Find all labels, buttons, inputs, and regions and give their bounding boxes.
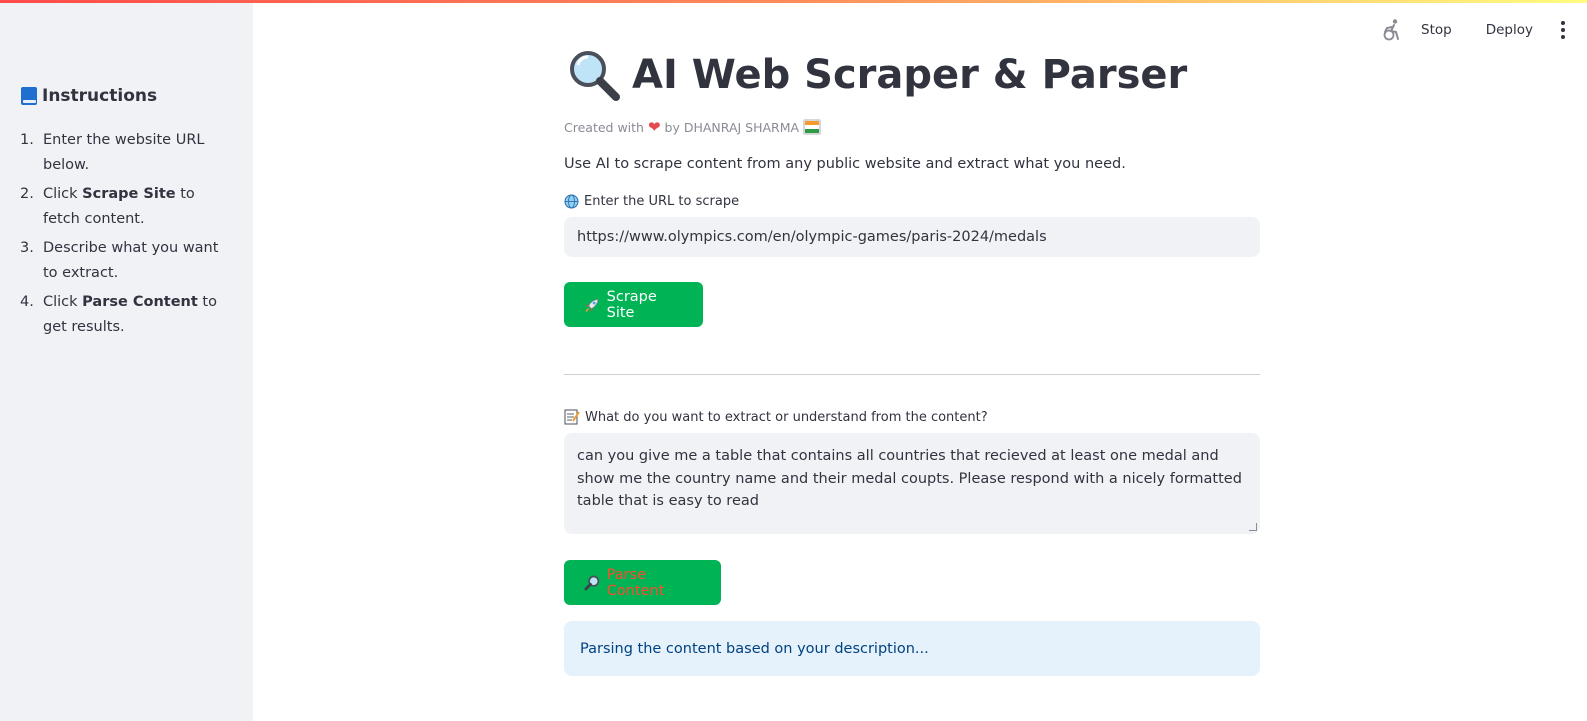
extract-textarea[interactable]: can you give me a table that contains al… [564,433,1260,534]
scrape-site-label: Scrape Site [606,288,657,321]
list-item: 3. Describe what you want to extract. [20,236,230,286]
memo-icon [564,409,580,425]
rocket-icon [585,298,599,312]
resize-handle-icon[interactable] [1249,523,1257,531]
list-item-number: 3. [20,240,34,256]
url-input-value: https://www.olympics.com/en/olympic-game… [577,229,1047,245]
app-toolbar: Stop Deploy [1381,14,1587,46]
blue-book-icon [20,86,38,106]
main-menu-icon[interactable] [1553,21,1573,39]
list-item-text: Describe what you want to extract. [43,236,230,286]
list-item-bold-text: Parse Content [82,294,198,310]
list-item-number: 2. [20,186,34,202]
list-item-text: Click Parse Content to get results. [43,290,230,340]
parse-content-label: Parse Content [606,566,665,599]
extract-textarea-value: can you give me a table that contains al… [577,448,1242,509]
page-title-text: AI Web Scraper & Parser [632,52,1188,98]
list-item-text-part: Click [43,186,83,202]
list-item-text-part: Describe what you want to extract. [43,240,219,281]
list-item-text: Click Scrape Site to fetch content. [43,182,230,232]
info-alert-text: Parsing the content based on your descri… [580,640,929,657]
sidebar-header: Instructions [20,86,157,106]
extract-label-text: What do you want to extract or understan… [585,409,988,425]
list-item-text-part: Click [43,294,83,310]
magnifying-glass-icon [570,51,620,101]
url-label: Enter the URL to scrape [564,194,1260,209]
scrape-site-button[interactable]: Scrape Site [564,282,703,327]
sidebar-header-label: Instructions [42,86,158,106]
list-item: 1. Enter the website URL below. [20,128,230,178]
extract-label: What do you want to extract or understan… [564,409,1260,425]
list-item-number: 4. [20,294,34,310]
page-title: AI Web Scraper & Parser [564,40,1260,110]
running-man-icon[interactable] [1381,18,1403,42]
list-item-text: Enter the website URL below. [43,128,230,178]
caption-suffix: by DHANRAJ SHARMA [664,119,800,135]
main-content: AI Web Scraper & Parser Created with ❤ b… [564,40,1260,676]
list-item-bold-text: Scrape Site [82,186,176,202]
list-item-number: 1. [20,132,34,148]
caption-prefix: Created with [564,119,644,135]
divider [564,374,1260,375]
heart-icon: ❤ [647,118,661,136]
parse-content-button[interactable]: Parse Content [564,560,721,605]
created-by-caption: Created with ❤ by DHANRAJ SHARMA [564,117,1260,137]
sidebar: Instructions 1. Enter the website URL be… [0,0,253,721]
url-label-text: Enter the URL to scrape [584,194,740,209]
stop-button[interactable]: Stop [1421,22,1452,38]
top-decoration-bar [0,0,1587,3]
list-item: 2. Click Scrape Site to fetch content. [20,182,230,232]
description-text: Use AI to scrape content from any public… [564,156,1126,172]
url-input[interactable]: https://www.olympics.com/en/olympic-game… [564,217,1260,257]
magnifying-glass-icon [584,575,600,590]
list-item-text-part: Enter the website URL below. [43,132,205,173]
list-item: 4. Click Parse Content to get results. [20,290,230,340]
instructions-list: 1. Enter the website URL below. 2. Click… [20,128,230,344]
info-alert: Parsing the content based on your descri… [564,621,1260,676]
globe-icon [564,194,579,209]
flag-india-icon [803,119,822,135]
deploy-button[interactable]: Deploy [1486,22,1533,38]
